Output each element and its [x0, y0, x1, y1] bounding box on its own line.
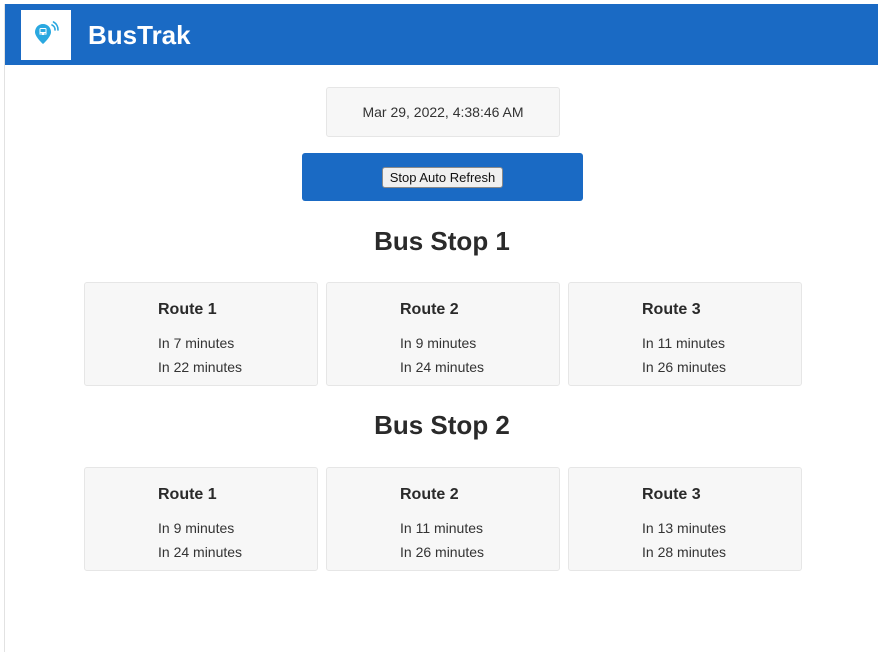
arrival-time: In 26 minutes [400, 544, 485, 560]
arrival-time: In 22 minutes [158, 359, 243, 375]
arrival-time: In 13 minutes [642, 520, 727, 536]
route-card-list: Route 1 In 9 minutes In 24 minutes Route… [84, 467, 802, 571]
stop-auto-refresh-button[interactable]: Stop Auto Refresh [381, 166, 504, 188]
arrival-time: In 26 minutes [642, 359, 727, 375]
route-card: Route 2 In 11 minutes In 26 minutes [326, 467, 560, 571]
arrival-time: In 11 minutes [400, 520, 484, 536]
bus-stop-title: Bus Stop 1 [374, 226, 510, 256]
route-name: Route 2 [400, 301, 459, 318]
route-card: Route 3 In 11 minutes In 26 minutes [568, 282, 802, 386]
arrival-time: In 11 minutes [642, 335, 726, 351]
app-window: BusTrak Mar 29, 2022, 4:38:46 AM Stop Au… [4, 4, 878, 652]
arrival-time: In 7 minutes [158, 335, 235, 351]
app-title: BusTrak [88, 20, 191, 50]
route-card: Route 1 In 7 minutes In 22 minutes [84, 282, 318, 386]
route-name: Route 2 [400, 486, 459, 503]
route-name: Route 3 [642, 301, 701, 318]
arrival-time: In 24 minutes [158, 544, 243, 560]
arrival-time: In 24 minutes [400, 359, 485, 375]
refresh-bar: Stop Auto Refresh [302, 153, 583, 201]
arrival-time: In 9 minutes [158, 520, 235, 536]
app-header: BusTrak [5, 4, 878, 65]
route-card: Route 3 In 13 minutes In 28 minutes [568, 467, 802, 571]
route-name: Route 1 [158, 301, 217, 318]
arrival-time: In 28 minutes [642, 544, 727, 560]
route-name: Route 1 [158, 486, 217, 503]
route-card: Route 1 In 9 minutes In 24 minutes [84, 467, 318, 571]
bus-stop-title: Bus Stop 2 [374, 410, 510, 440]
current-datetime: Mar 29, 2022, 4:38:46 AM [326, 87, 560, 137]
route-card-list: Route 1 In 7 minutes In 22 minutes Route… [84, 282, 802, 386]
arrival-time: In 9 minutes [400, 335, 477, 351]
logo [21, 10, 71, 60]
route-card: Route 2 In 9 minutes In 24 minutes [326, 282, 560, 386]
route-name: Route 3 [642, 486, 701, 503]
bus-location-pin-icon [32, 19, 60, 52]
